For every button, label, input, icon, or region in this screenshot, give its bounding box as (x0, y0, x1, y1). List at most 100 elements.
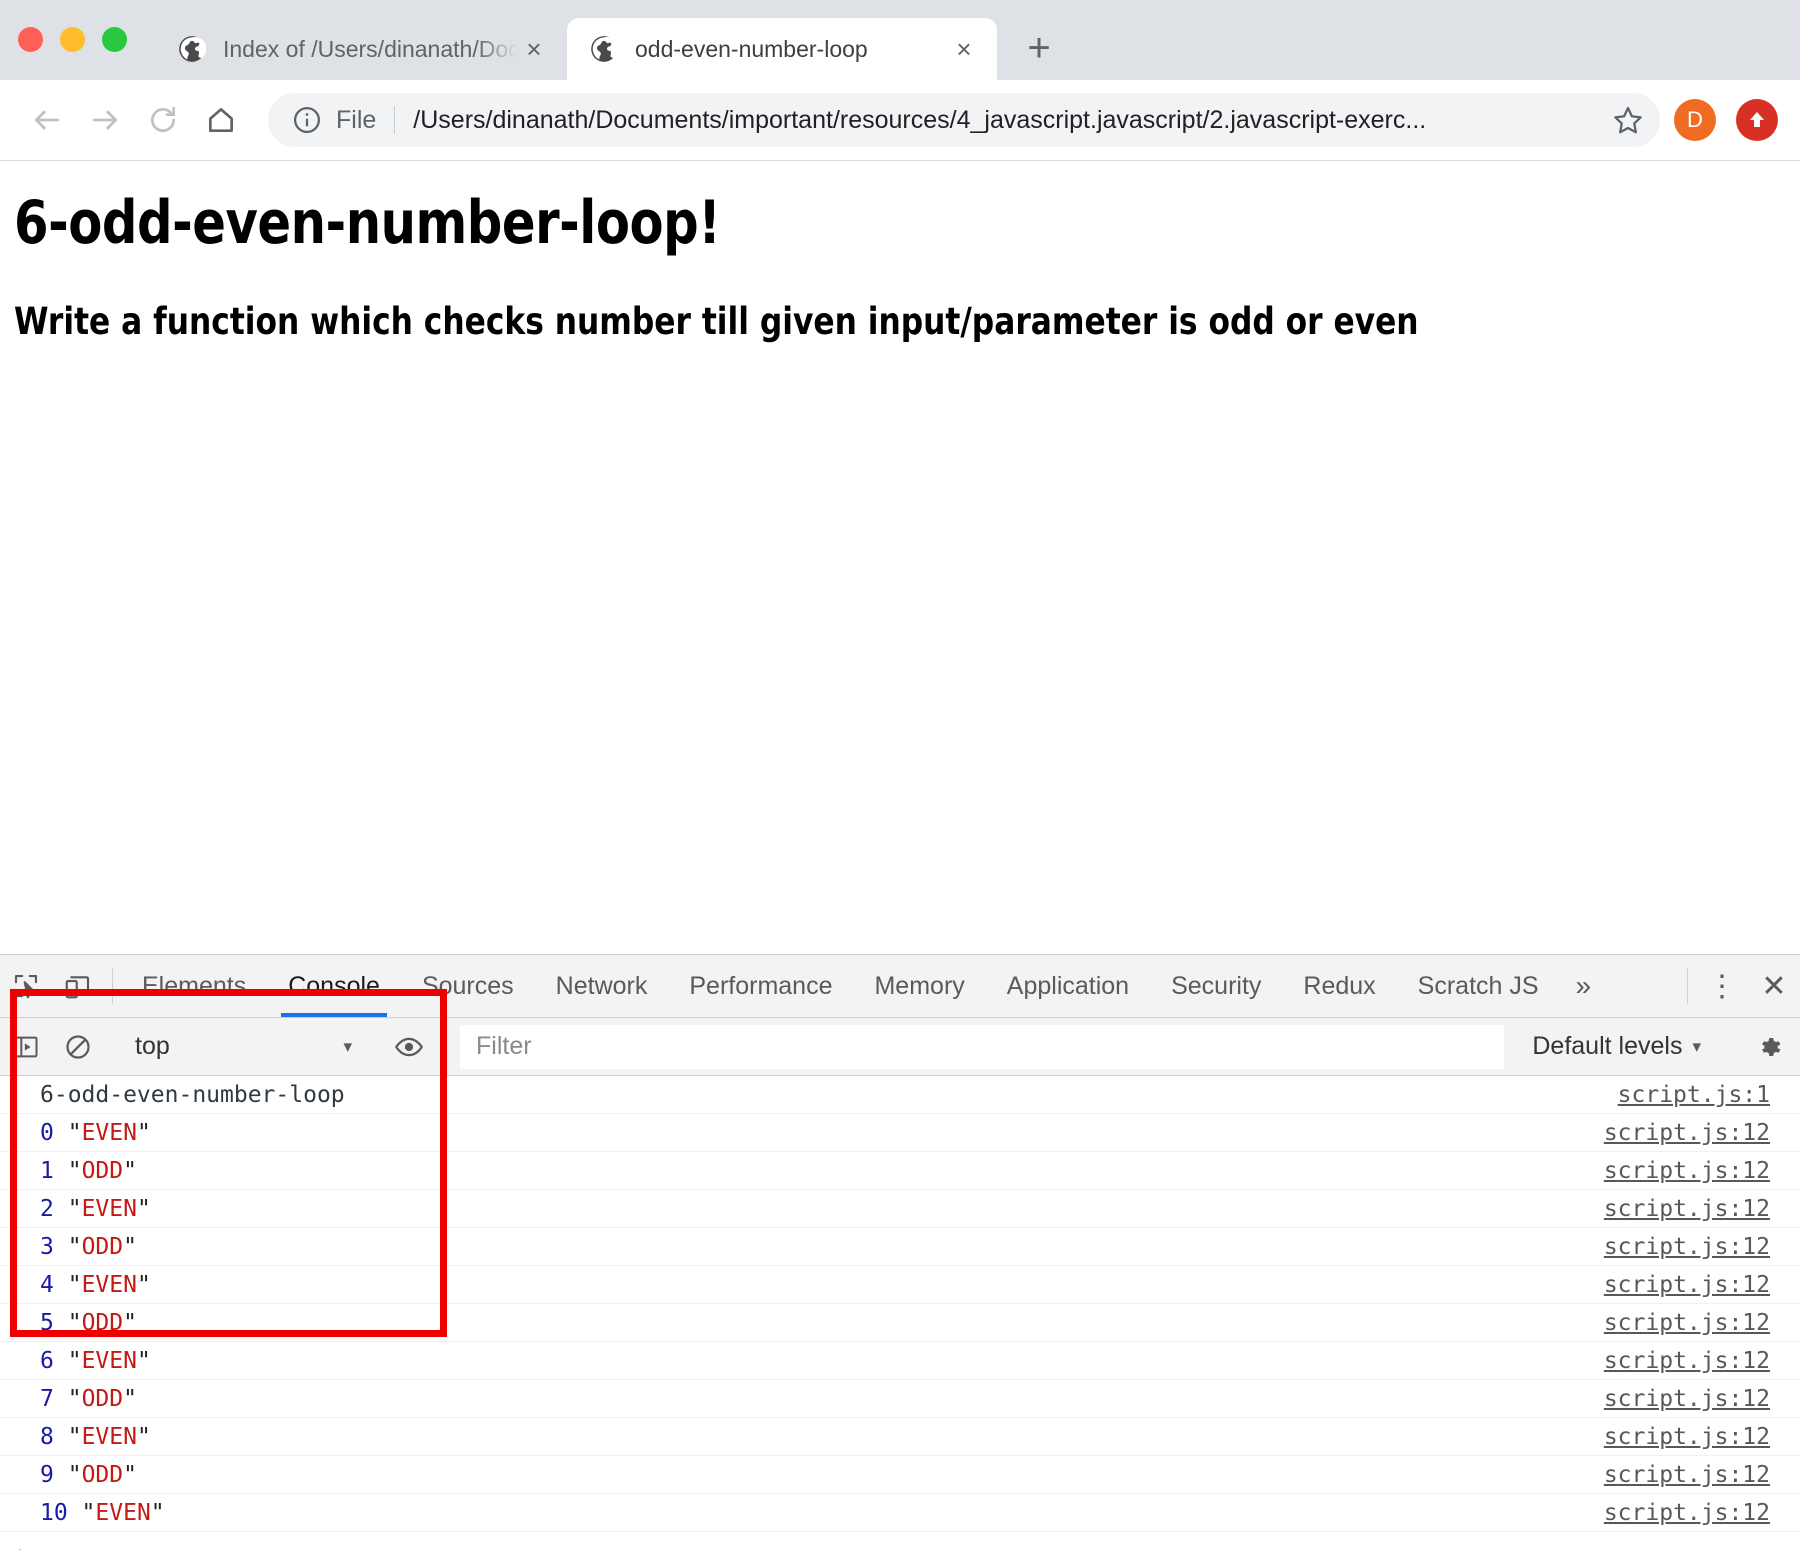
console-source-link[interactable]: script.js:12 (1604, 1500, 1770, 1526)
tab-scratch-js[interactable]: Scratch JS (1397, 955, 1560, 1017)
console-source-link[interactable]: script.js:12 (1604, 1272, 1770, 1298)
minimize-window-button[interactable] (60, 26, 85, 52)
execution-context-dropdown[interactable]: top ▾ (121, 1025, 366, 1069)
bookmark-star-icon[interactable] (1606, 98, 1650, 142)
console-row[interactable]: 2 "EVEN" script.js:12 (0, 1190, 1800, 1228)
quote-open: " (53, 1347, 82, 1374)
console-row[interactable]: 4 "EVEN" script.js:12 (0, 1266, 1800, 1304)
chevron-down-icon: ▾ (343, 1036, 352, 1056)
home-icon[interactable] (192, 91, 250, 149)
console-row[interactable]: 0 "EVEN" script.js:12 (0, 1114, 1800, 1152)
console-message: 4 "EVEN" (40, 1272, 1604, 1298)
browser-tab-1-title: Index of /Users/dinanath/Docum (223, 35, 517, 62)
devtools-tab-bar: Elements Console Sources Network Perform… (0, 955, 1800, 1018)
info-circle-icon[interactable] (290, 103, 324, 137)
tab-strip: Index of /Users/dinanath/Docum × odd-eve… (0, 0, 1800, 80)
device-toolbar-icon[interactable] (52, 955, 104, 1017)
console-source-link[interactable]: script.js:12 (1604, 1424, 1770, 1450)
devtools-panel: Elements Console Sources Network Perform… (0, 954, 1800, 1550)
tab-elements[interactable]: Elements (121, 955, 267, 1017)
tab-elements-label: Elements (142, 971, 247, 1000)
console-message: 7 "ODD" (40, 1386, 1604, 1412)
browser-tab-1-close-icon[interactable]: × (517, 32, 551, 66)
browser-window: Index of /Users/dinanath/Docum × odd-eve… (0, 0, 1800, 1550)
browser-tab-1[interactable]: Index of /Users/dinanath/Docum × (155, 18, 567, 80)
tab-performance[interactable]: Performance (668, 955, 853, 1017)
console-row[interactable]: 6 "EVEN" script.js:12 (0, 1342, 1800, 1380)
browser-toolbar: File /Users/dinanath/Documents/important… (0, 80, 1800, 161)
console-source-link[interactable]: script.js:12 (1604, 1120, 1770, 1146)
zoom-window-button[interactable] (102, 26, 127, 52)
close-devtools-icon[interactable]: ✕ (1748, 955, 1800, 1017)
log-levels-dropdown[interactable]: Default levels ▾ (1512, 1032, 1721, 1061)
quote-close: " (136, 1347, 151, 1374)
console-row[interactable]: 9 "ODD" script.js:12 (0, 1456, 1800, 1494)
tab-security[interactable]: Security (1150, 955, 1282, 1017)
live-expression-icon[interactable] (383, 1032, 435, 1062)
console-output[interactable]: 6-odd-even-number-loop script.js:1 0 "EV… (0, 1076, 1800, 1550)
profile-avatar[interactable]: D (1674, 99, 1716, 141)
console-source-link[interactable]: script.js:12 (1604, 1196, 1770, 1222)
back-icon[interactable] (18, 91, 76, 149)
browser-update-icon[interactable] (1736, 99, 1778, 141)
console-row[interactable]: 7 "ODD" script.js:12 (0, 1380, 1800, 1418)
console-row[interactable]: 10 "EVEN" script.js:12 (0, 1494, 1800, 1532)
quote-open: " (53, 1195, 82, 1222)
tab-memory[interactable]: Memory (853, 955, 985, 1017)
tab-scratch-js-label: Scratch JS (1417, 971, 1539, 1000)
console-filter-input[interactable] (460, 1024, 1505, 1069)
console-row[interactable]: 5 "ODD" script.js:12 (0, 1304, 1800, 1342)
chevron-down-icon: ▾ (1692, 1036, 1701, 1056)
console-string-value: ODD (81, 1309, 124, 1336)
more-tabs-icon[interactable]: » (1560, 955, 1608, 1017)
console-index: 9 (40, 1461, 54, 1488)
console-row[interactable]: 1 "ODD" script.js:12 (0, 1152, 1800, 1190)
quote-open: " (53, 1385, 82, 1412)
tab-sources-label: Sources (421, 971, 514, 1000)
address-bar[interactable]: File /Users/dinanath/Documents/important… (268, 93, 1660, 147)
browser-tab-2[interactable]: odd-even-number-loop × (567, 18, 997, 80)
quote-close: " (150, 1499, 165, 1526)
new-tab-button[interactable]: + (1011, 20, 1067, 76)
console-source-link[interactable]: script.js:12 (1604, 1158, 1770, 1184)
console-string-value: ODD (81, 1461, 124, 1488)
console-message: 3 "ODD" (40, 1234, 1604, 1260)
gear-icon[interactable] (1738, 1032, 1800, 1062)
tab-redux[interactable]: Redux (1282, 955, 1396, 1017)
console-string-value: ODD (81, 1385, 124, 1412)
console-prompt-caret: › (14, 1539, 30, 1550)
globe-icon (589, 34, 619, 64)
forward-icon[interactable] (76, 91, 134, 149)
console-message: 8 "EVEN" (40, 1424, 1604, 1450)
devtools-menu-icon[interactable]: ⋮ (1696, 955, 1748, 1017)
console-filter-bar: top ▾ Default levels ▾ (0, 1018, 1800, 1076)
console-row[interactable]: 3 "ODD" script.js:12 (0, 1228, 1800, 1266)
url-scheme-label: File (336, 105, 377, 134)
console-row[interactable]: 6-odd-even-number-loop script.js:1 (0, 1076, 1800, 1114)
tab-sources[interactable]: Sources (401, 955, 535, 1017)
console-source-link[interactable]: script.js:1 (1618, 1082, 1770, 1108)
toolbar-divider (112, 968, 113, 1004)
clear-console-icon[interactable] (52, 1033, 104, 1061)
console-source-link[interactable]: script.js:12 (1604, 1234, 1770, 1260)
browser-tab-2-close-icon[interactable]: × (947, 32, 981, 66)
console-source-link[interactable]: script.js:12 (1604, 1348, 1770, 1374)
tab-console[interactable]: Console (267, 955, 401, 1017)
console-index: 3 (40, 1233, 54, 1260)
url-text[interactable]: /Users/dinanath/Documents/important/reso… (413, 106, 1598, 135)
console-string-value: EVEN (95, 1499, 151, 1526)
console-sidebar-icon[interactable] (0, 1033, 52, 1061)
reload-icon[interactable] (134, 91, 192, 149)
inspect-element-icon[interactable] (0, 955, 52, 1017)
tab-network[interactable]: Network (535, 955, 669, 1017)
console-source-link[interactable]: script.js:12 (1604, 1462, 1770, 1488)
tab-performance-label: Performance (689, 971, 833, 1000)
console-prompt-row[interactable]: › (0, 1532, 1800, 1550)
tab-application[interactable]: Application (986, 955, 1150, 1017)
close-window-button[interactable] (18, 26, 43, 52)
console-index: 4 (40, 1271, 54, 1298)
console-source-link[interactable]: script.js:12 (1604, 1386, 1770, 1412)
console-source-link[interactable]: script.js:12 (1604, 1310, 1770, 1336)
console-row[interactable]: 8 "EVEN" script.js:12 (0, 1418, 1800, 1456)
console-index: 2 (40, 1195, 54, 1222)
